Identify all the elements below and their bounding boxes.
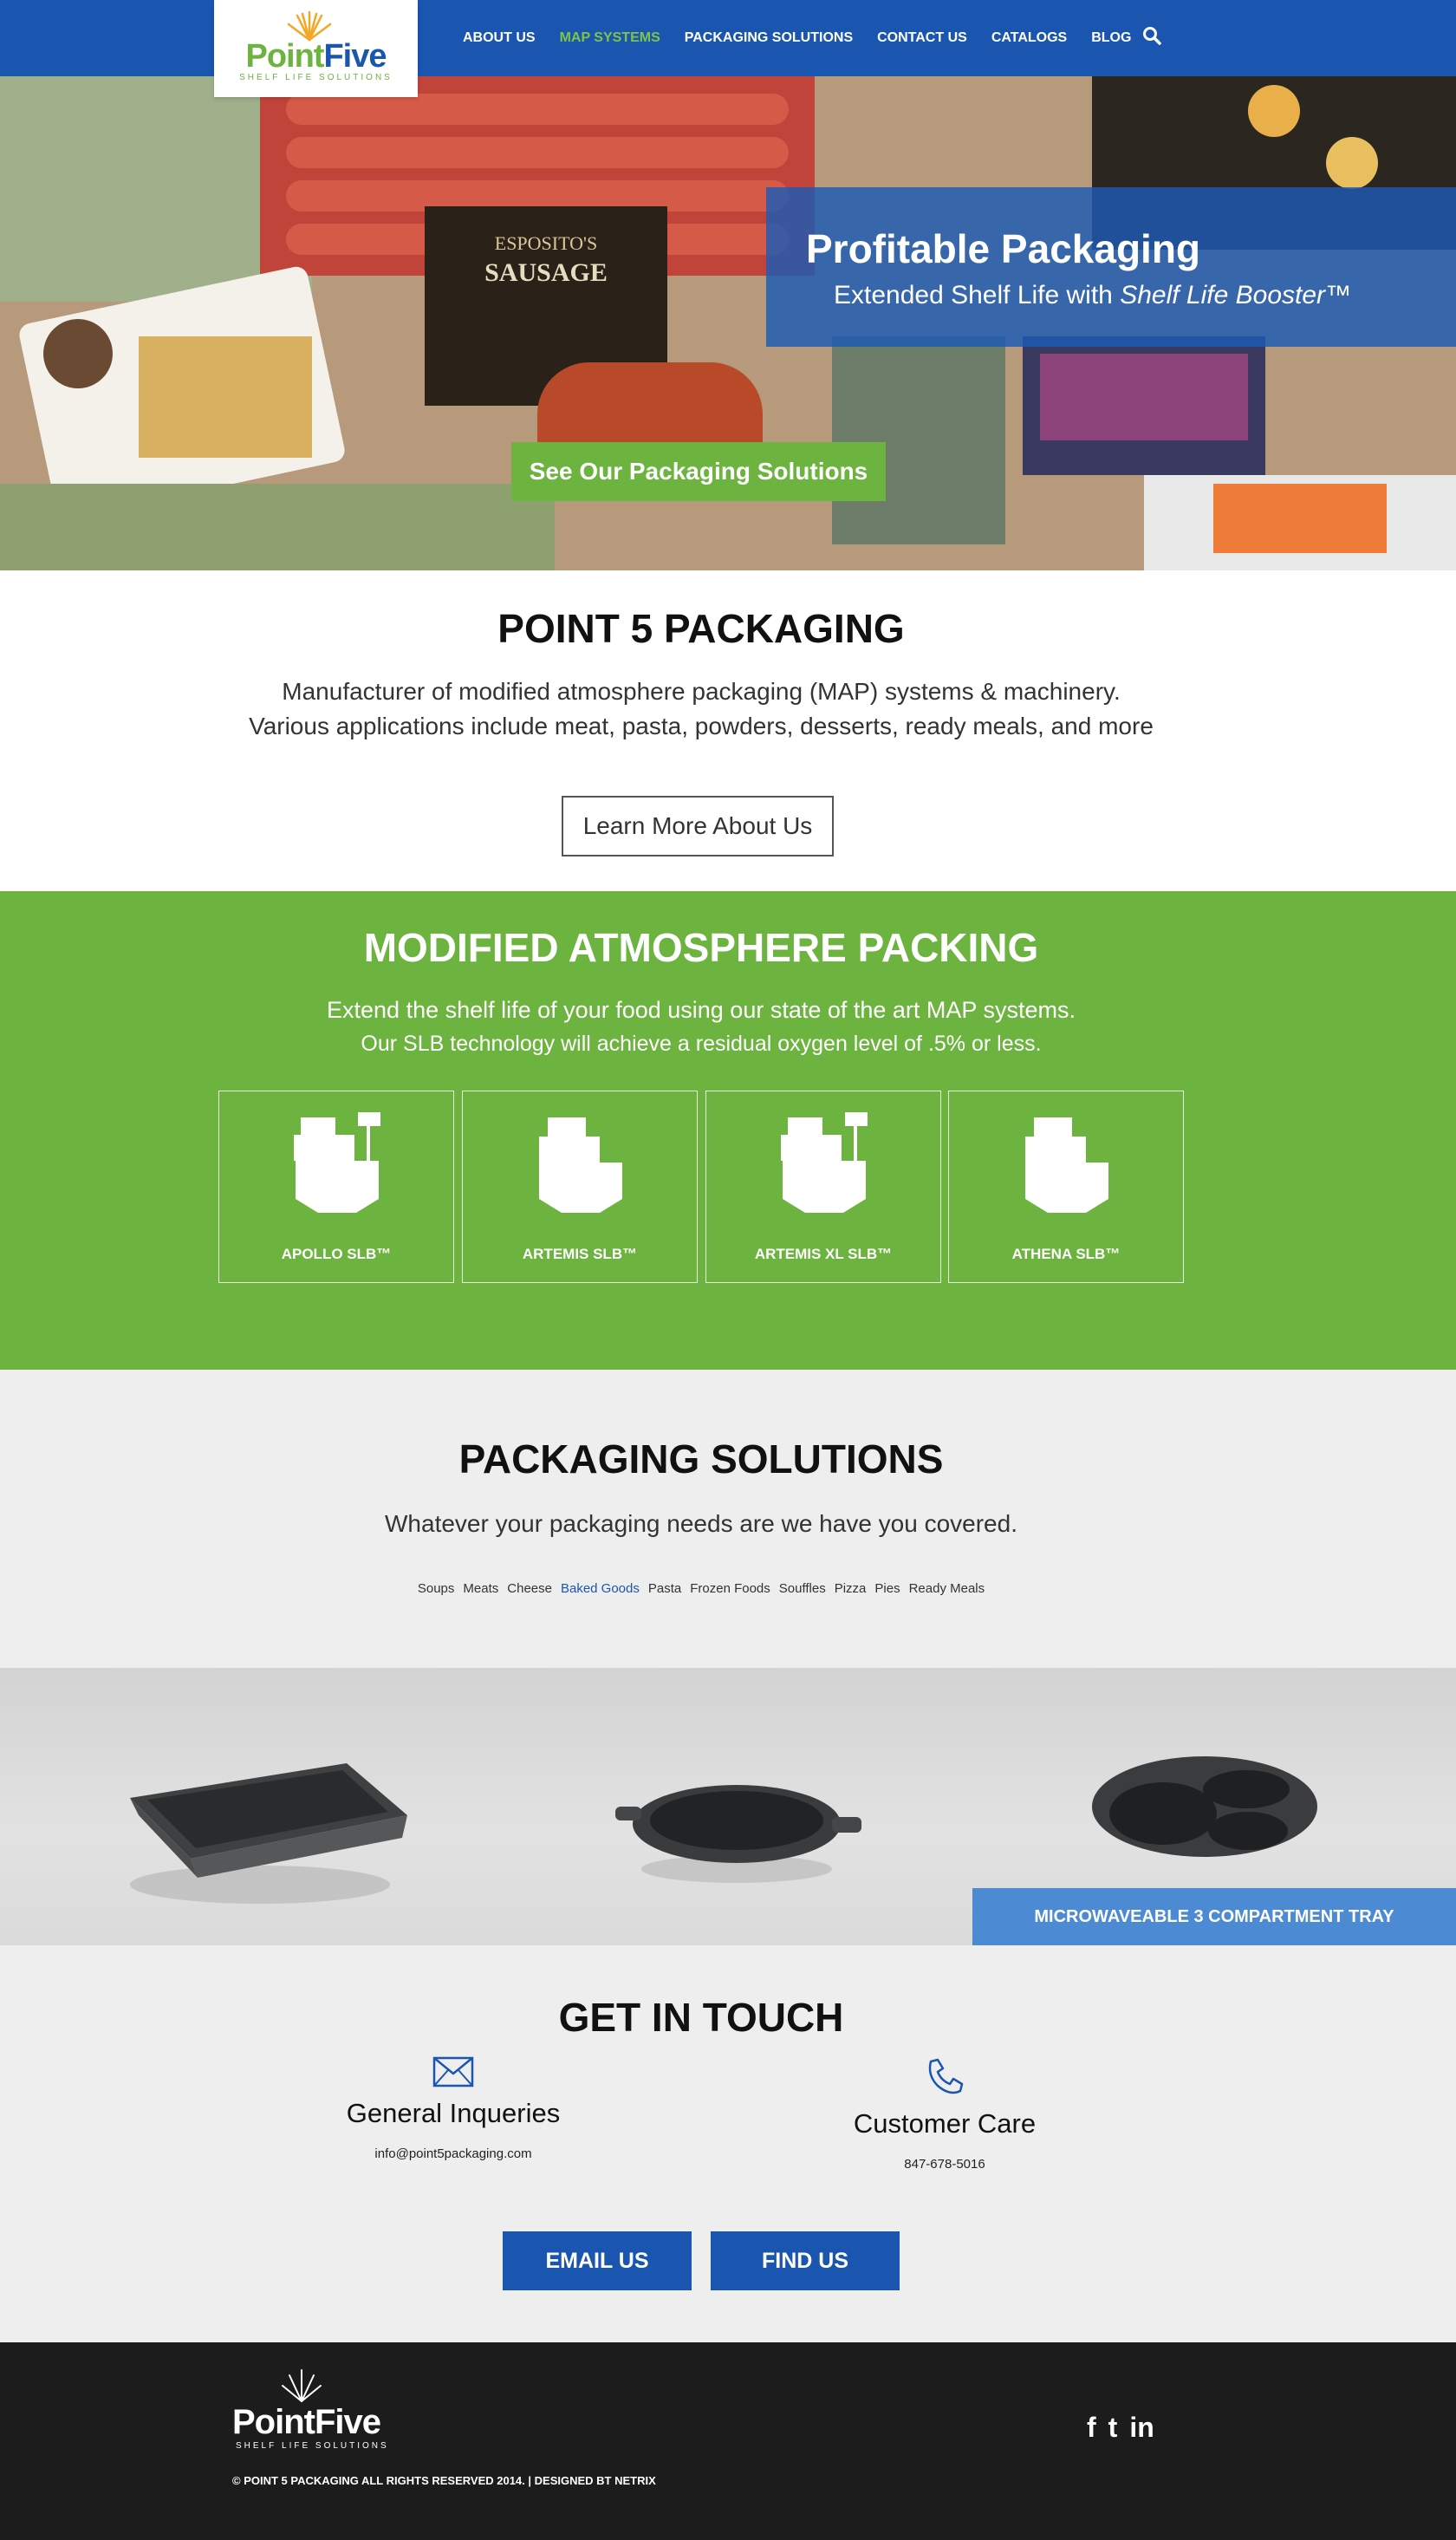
nav-contact-us[interactable]: CONTACT US <box>877 30 967 46</box>
nav-map-systems[interactable]: MAP SYSTEMS <box>560 30 660 46</box>
filter-souffles[interactable]: Souffles <box>779 1581 826 1596</box>
logo-tagline: SHELF LIFE SOLUTIONS <box>239 73 393 82</box>
customer-care-block: Customer Care 847-678-5016 <box>771 2056 1118 2172</box>
filter-pizza[interactable]: Pizza <box>835 1581 867 1596</box>
contact-section: GET IN TOUCH General Inqueries info@poin… <box>0 1945 1456 2342</box>
search-icon[interactable] <box>1142 26 1161 45</box>
machine-label: ATHENA SLB™ <box>1011 1246 1121 1262</box>
machine-card-athena[interactable]: ATHENA SLB™ <box>948 1091 1184 1283</box>
phone-icon <box>928 2058 964 2094</box>
machine-card-apollo[interactable]: APOLLO SLB™ <box>218 1091 454 1283</box>
map-line-1: Extend the shelf life of your food using… <box>327 997 1076 1023</box>
footer-tagline: SHELF LIFE SOLUTIONS <box>236 2441 389 2451</box>
machine-card-artemis[interactable]: ARTEMIS SLB™ <box>462 1091 698 1283</box>
learn-more-button[interactable]: Learn More About Us <box>562 796 834 856</box>
footer-wordmark: PointFive <box>232 2403 381 2441</box>
tray-gallery: MICROWAVEABLE 3 COMPARTMENT TRAY <box>0 1668 1456 1945</box>
machine-label: ARTEMIS XL SLB™ <box>754 1246 893 1262</box>
filter-cheese[interactable]: Cheese <box>507 1581 552 1596</box>
machine-label: APOLLO SLB™ <box>281 1246 392 1262</box>
email-us-button[interactable]: EMAIL US <box>503 2231 692 2290</box>
machine-icon <box>539 1117 622 1213</box>
hero-title: Profitable Packaging <box>806 226 1201 271</box>
svg-text:ESPOSITO'S: ESPOSITO'S <box>495 232 598 254</box>
customer-care-phone[interactable]: 847-678-5016 <box>771 2157 1118 2172</box>
filter-meats[interactable]: Meats <box>463 1581 498 1596</box>
nav-blog[interactable]: BLOG <box>1091 30 1131 46</box>
about-section: POINT 5 PACKAGING Manufacturer of modifi… <box>0 570 1456 891</box>
machine-label: ARTEMIS SLB™ <box>522 1246 638 1262</box>
general-inquiries-email[interactable]: info@point5packaging.com <box>280 2146 627 2161</box>
filter-frozen-foods[interactable]: Frozen Foods <box>690 1581 770 1596</box>
packaging-solutions-cta-button[interactable]: See Our Packaging Solutions <box>511 442 886 501</box>
facebook-icon[interactable]: f <box>1087 2412 1096 2444</box>
packaging-subtitle: Whatever your packaging needs are we hav… <box>385 1510 1017 1537</box>
top-navbar: PointFive SHELF LIFE SOLUTIONS ABOUT US … <box>0 0 1456 97</box>
about-line-2: Various applications include meat, pasta… <box>249 713 1154 739</box>
linkedin-icon[interactable]: in <box>1129 2412 1154 2444</box>
envelope-icon <box>432 2056 474 2087</box>
machine-icon <box>1025 1117 1108 1213</box>
filter-pasta[interactable]: Pasta <box>648 1581 681 1596</box>
tray-3-compartment[interactable]: MICROWAVEABLE 3 COMPARTMENT TRAY <box>971 1668 1456 1945</box>
nav-packaging-solutions[interactable]: PACKAGING SOLUTIONS <box>685 30 853 46</box>
twitter-icon[interactable]: t <box>1108 2412 1118 2444</box>
about-line-1: Manufacturer of modified atmosphere pack… <box>282 678 1121 705</box>
packaging-section: PACKAGING SOLUTIONS Whatever your packag… <box>0 1370 1456 1668</box>
hero-subtitle: Extended Shelf Life with Shelf Life Boos… <box>834 281 1352 309</box>
general-inquiries-block: General Inqueries info@point5packaging.c… <box>280 2056 627 2161</box>
site-footer: PointFive SHELF LIFE SOLUTIONS © POINT 5… <box>0 2342 1456 2540</box>
machine-icon <box>294 1112 380 1213</box>
oval-tray-image <box>615 1785 861 1883</box>
site-logo[interactable]: PointFive SHELF LIFE SOLUTIONS <box>214 0 418 97</box>
hero-headline-panel: Profitable Packaging Extended Shelf Life… <box>766 187 1456 347</box>
about-title: POINT 5 PACKAGING <box>497 606 905 651</box>
copyright-text: © POINT 5 PACKAGING ALL RIGHTS RESERVED … <box>232 2474 656 2487</box>
filter-soups[interactable]: Soups <box>418 1581 455 1596</box>
nav-catalogs[interactable]: CATALOGS <box>991 30 1067 46</box>
map-title: MODIFIED ATMOSPHERE PACKING <box>363 925 1039 970</box>
contact-title: GET IN TOUCH <box>558 1995 844 2040</box>
map-line-2: Our SLB technology will achieve a residu… <box>361 1032 1042 1056</box>
logo-wordmark: PointFive <box>245 38 387 75</box>
tray-oval[interactable] <box>485 1668 971 1945</box>
svg-text:SAUSAGE: SAUSAGE <box>484 258 608 287</box>
customer-care-title: Customer Care <box>853 2108 1037 2139</box>
rectangular-tray-image <box>130 1763 407 1904</box>
machine-card-artemis-xl[interactable]: ARTEMIS XL SLB™ <box>705 1091 941 1283</box>
nav-about-us[interactable]: ABOUT US <box>463 30 536 46</box>
packaging-filter-list: Soups Meats Cheese Baked Goods Pasta Fro… <box>0 1581 1402 1596</box>
map-section: MODIFIED ATMOSPHERE PACKING Extend the s… <box>0 891 1456 1370</box>
filter-ready-meals[interactable]: Ready Meals <box>909 1581 985 1596</box>
hero-banner: ESPOSITO'S SAUSAGE Profitable Packaging … <box>0 76 1456 570</box>
packaging-title: PACKAGING SOLUTIONS <box>458 1436 944 1482</box>
footer-sun-icon <box>282 2369 322 2402</box>
general-inquiries-title: General Inqueries <box>346 2098 561 2128</box>
social-links: f t in <box>1087 2412 1154 2444</box>
main-menu: ABOUT US MAP SYSTEMS PACKAGING SOLUTIONS… <box>463 0 1155 76</box>
machine-icon <box>781 1112 868 1213</box>
tray-caption[interactable]: MICROWAVEABLE 3 COMPARTMENT TRAY <box>972 1888 1456 1945</box>
filter-baked-goods[interactable]: Baked Goods <box>561 1581 640 1596</box>
find-us-button[interactable]: FIND US <box>711 2231 900 2290</box>
filter-pies[interactable]: Pies <box>874 1581 900 1596</box>
footer-logo[interactable]: PointFive SHELF LIFE SOLUTIONS <box>232 2367 406 2451</box>
tray-rectangular[interactable] <box>0 1668 485 1945</box>
